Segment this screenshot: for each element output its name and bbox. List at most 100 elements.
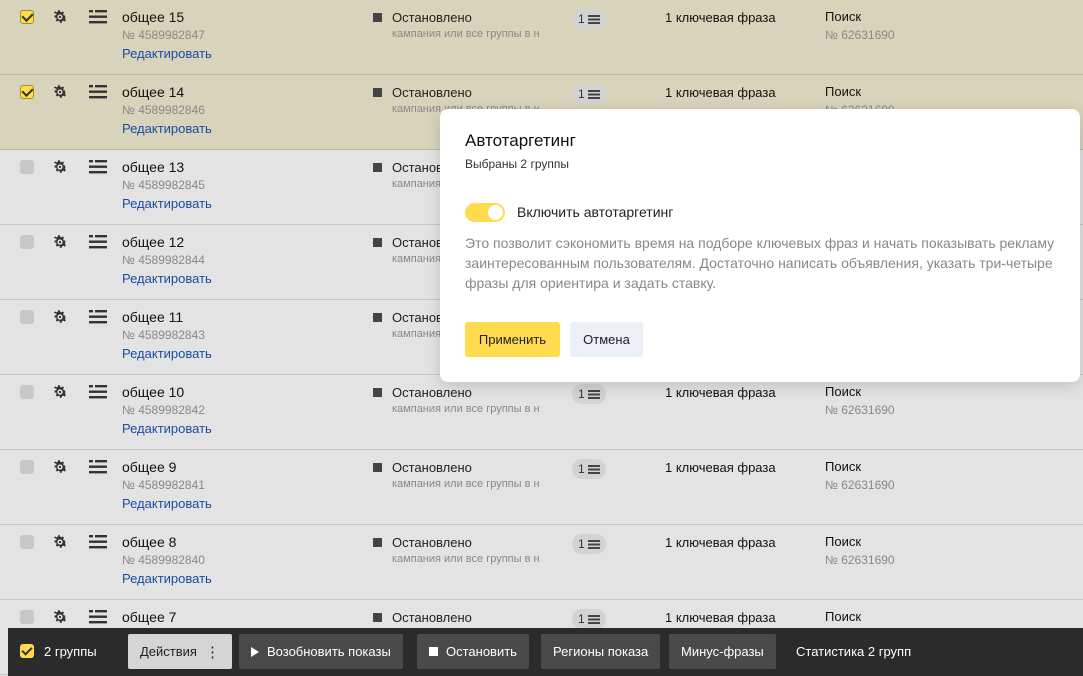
keywords-count: 1 ключевая фраза xyxy=(665,610,776,625)
status-subtext: кампания или все группы в н xyxy=(392,28,540,40)
regions-label: Регионы показа xyxy=(553,644,649,659)
keywords-count: 1 ключевая фраза xyxy=(665,535,776,550)
campaign-id: № 62631690 xyxy=(825,553,895,567)
group-id: № 4589982847 xyxy=(122,28,205,42)
list-menu-icon[interactable] xyxy=(89,235,107,249)
ads-list-icon xyxy=(587,14,600,24)
play-icon xyxy=(251,646,259,657)
select-all-checkbox[interactable] xyxy=(20,644,34,658)
list-menu-icon[interactable] xyxy=(89,310,107,324)
minus-phrases-button[interactable]: Минус-фразы xyxy=(669,634,776,669)
list-menu-icon[interactable] xyxy=(89,535,107,549)
stop-status-icon xyxy=(373,388,382,397)
list-menu-icon[interactable] xyxy=(89,385,107,399)
campaign-type: Поиск xyxy=(825,384,862,399)
ads-count-badge[interactable]: 1 xyxy=(572,384,606,404)
row-checkbox[interactable] xyxy=(20,160,34,174)
autotargeting-toggle[interactable] xyxy=(465,203,505,222)
edit-link[interactable]: Редактировать xyxy=(122,196,212,211)
gear-icon[interactable] xyxy=(51,158,69,176)
edit-link[interactable]: Редактировать xyxy=(122,46,212,61)
ads-count-badge[interactable]: 1 xyxy=(572,9,606,29)
group-id: № 4589982840 xyxy=(122,553,205,567)
table-row: общее 9 № 4589982841 Редактировать Остан… xyxy=(0,450,1083,525)
keywords-count: 1 ключевая фраза xyxy=(665,385,776,400)
row-checkbox[interactable] xyxy=(20,460,34,474)
group-name: общее 12 xyxy=(122,234,185,250)
campaign-id: № 62631690 xyxy=(825,478,895,492)
autotargeting-dialog: Автотаргетинг Выбраны 2 группы Включить … xyxy=(440,109,1080,382)
resume-label: Возобновить показы xyxy=(267,644,391,659)
list-menu-icon[interactable] xyxy=(89,460,107,474)
row-checkbox[interactable] xyxy=(20,535,34,549)
regions-button[interactable]: Регионы показа xyxy=(541,634,661,669)
status-text: Остановлено xyxy=(392,610,472,625)
group-name: общее 8 xyxy=(122,534,177,550)
keywords-count: 1 ключевая фраза xyxy=(665,10,776,25)
actions-label: Действия xyxy=(140,644,197,659)
campaign-type: Поиск xyxy=(825,534,862,549)
gear-icon[interactable] xyxy=(51,383,69,401)
ads-count-badge[interactable]: 1 xyxy=(572,84,606,104)
keywords-count: 1 ключевая фраза xyxy=(665,460,776,475)
row-checkbox[interactable] xyxy=(20,235,34,249)
resume-button[interactable]: Возобновить показы xyxy=(239,634,403,669)
list-menu-icon[interactable] xyxy=(89,85,107,99)
group-name: общее 7 xyxy=(122,609,177,625)
list-menu-icon[interactable] xyxy=(89,610,107,624)
group-name: общее 14 xyxy=(122,84,185,100)
gear-icon[interactable] xyxy=(51,83,69,101)
row-checkbox[interactable] xyxy=(20,85,34,99)
status-text: Остановлено xyxy=(392,535,472,550)
status-text: Остановлено xyxy=(392,460,472,475)
list-menu-icon[interactable] xyxy=(89,160,107,174)
edit-link[interactable]: Редактировать xyxy=(122,496,212,511)
actions-button[interactable]: Действия ⋮ xyxy=(128,634,232,669)
bulk-actions-bar: 2 группы Действия ⋮ Возобновить показы О… xyxy=(8,628,1083,676)
gear-icon[interactable] xyxy=(51,608,69,626)
group-id: № 4589982842 xyxy=(122,403,205,417)
list-menu-icon[interactable] xyxy=(89,10,107,24)
campaign-id: № 62631690 xyxy=(825,403,895,417)
edit-link[interactable]: Редактировать xyxy=(122,571,212,586)
stop-status-icon xyxy=(373,13,382,22)
row-checkbox[interactable] xyxy=(20,10,34,24)
row-checkbox[interactable] xyxy=(20,385,34,399)
campaign-id: № 62631690 xyxy=(825,28,895,42)
stats-link[interactable]: Статистика 2 групп xyxy=(796,644,911,659)
gear-icon[interactable] xyxy=(51,233,69,251)
edit-link[interactable]: Редактировать xyxy=(122,421,212,436)
ads-count-badge[interactable]: 1 xyxy=(572,534,606,554)
stop-status-icon xyxy=(373,463,382,472)
row-checkbox[interactable] xyxy=(20,310,34,324)
gear-icon[interactable] xyxy=(51,533,69,551)
stop-status-icon xyxy=(373,238,382,247)
dialog-subtitle: Выбраны 2 группы xyxy=(465,157,569,171)
ads-count: 1 xyxy=(578,87,585,101)
ads-count-badge[interactable]: 1 xyxy=(572,459,606,479)
stop-status-icon xyxy=(373,163,382,172)
stop-label: Остановить xyxy=(446,644,517,659)
edit-link[interactable]: Редактировать xyxy=(122,121,212,136)
gear-icon[interactable] xyxy=(51,8,69,26)
edit-link[interactable]: Редактировать xyxy=(122,271,212,286)
status-text: Остановлено xyxy=(392,10,472,25)
group-id: № 4589982844 xyxy=(122,253,205,267)
gear-icon[interactable] xyxy=(51,308,69,326)
gear-icon[interactable] xyxy=(51,458,69,476)
keywords-count: 1 ключевая фраза xyxy=(665,85,776,100)
apply-button[interactable]: Применить xyxy=(465,322,560,357)
stop-button[interactable]: Остановить xyxy=(417,634,529,669)
group-name: общее 10 xyxy=(122,384,185,400)
row-checkbox[interactable] xyxy=(20,610,34,624)
ads-count-badge[interactable]: 1 xyxy=(572,609,606,629)
more-dots-icon: ⋮ xyxy=(204,643,220,661)
status-text: Остановлено xyxy=(392,385,472,400)
cancel-button[interactable]: Отмена xyxy=(570,322,643,357)
selected-count: 2 группы xyxy=(44,644,97,659)
group-id: № 4589982845 xyxy=(122,178,205,192)
minus-phrases-label: Минус-фразы xyxy=(681,644,764,659)
edit-link[interactable]: Редактировать xyxy=(122,346,212,361)
group-name: общее 15 xyxy=(122,9,185,25)
table-row: общее 10 № 4589982842 Редактировать Оста… xyxy=(0,375,1083,450)
